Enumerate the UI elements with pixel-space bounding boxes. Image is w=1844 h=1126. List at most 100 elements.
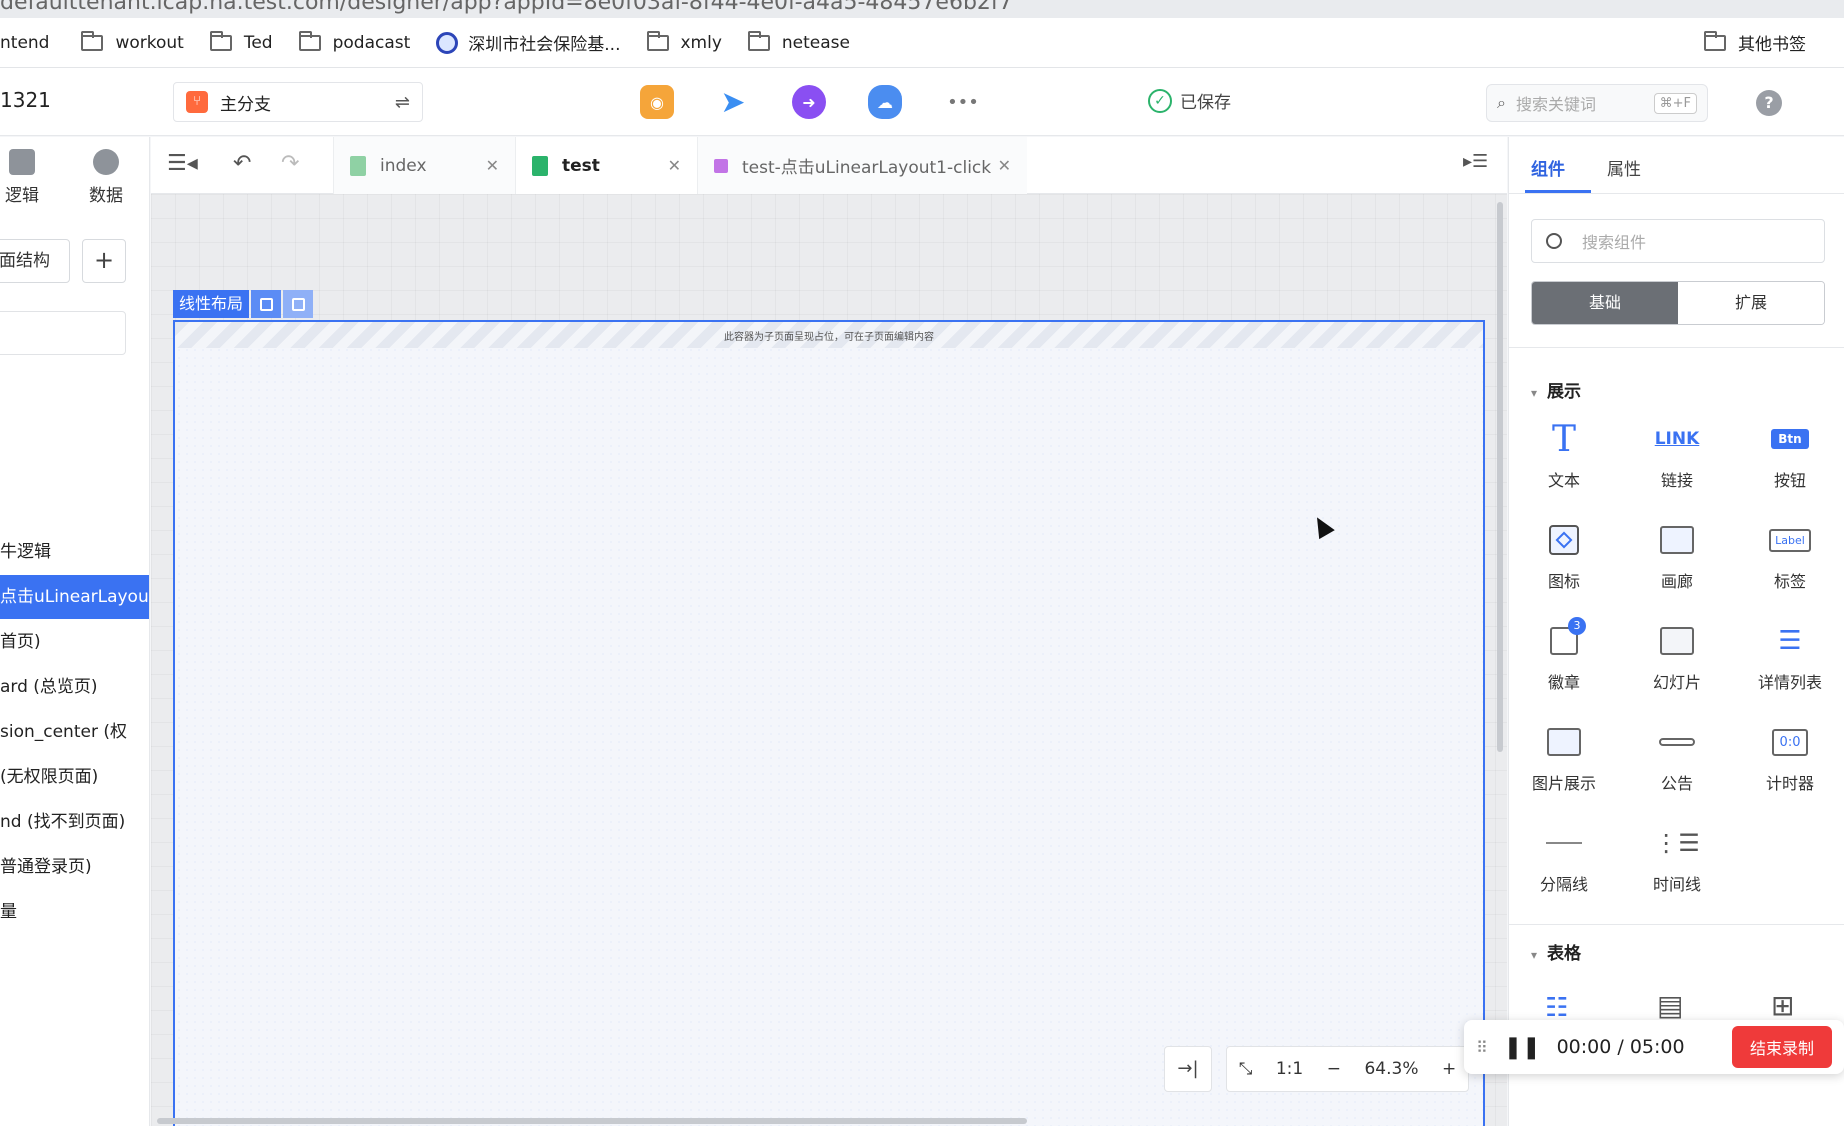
- bookmark-item[interactable]: workout: [81, 30, 184, 53]
- collapse-right-icon[interactable]: ▸☰: [1463, 151, 1488, 172]
- page-structure-button[interactable]: 面结构: [0, 239, 70, 283]
- tab-index[interactable]: index ✕: [333, 137, 515, 194]
- bookmark-item[interactable]: 深圳市社会保险基...: [436, 30, 621, 55]
- branch-selector[interactable]: ⑂ 主分支 ⇌: [173, 82, 423, 122]
- bookmark-item[interactable]: ntend: [0, 33, 49, 53]
- switch-branch-icon[interactable]: ⇌: [395, 92, 410, 113]
- vertical-scrollbar[interactable]: [1497, 202, 1503, 752]
- bookmark-label: Ted: [243, 32, 273, 53]
- folder-icon: [646, 30, 669, 51]
- bookmark-item[interactable]: netease: [747, 30, 850, 53]
- component-gallery[interactable]: 画廊: [1622, 522, 1732, 592]
- folder-icon: [298, 30, 321, 51]
- tree-item[interactable]: sion_center (权: [0, 710, 149, 754]
- pause-icon[interactable]: ❚❚: [1504, 1035, 1541, 1060]
- tab-properties[interactable]: 属性: [1607, 155, 1641, 180]
- cloud-icon[interactable]: ☁: [868, 85, 902, 119]
- close-icon[interactable]: ✕: [486, 156, 499, 175]
- linear-layout-label[interactable]: 线性布局: [173, 290, 250, 318]
- delete-icon[interactable]: [283, 290, 314, 318]
- tree-item[interactable]: 普通登录页): [0, 845, 149, 889]
- bookmark-item[interactable]: podacast: [298, 30, 410, 53]
- tree-item[interactable]: 首页): [0, 620, 149, 664]
- placeholder-hint: 此容器为子页面呈现占位，可在子页面编辑内容: [724, 332, 934, 343]
- zoom-in-button[interactable]: +: [1442, 1059, 1456, 1079]
- redo-icon[interactable]: ↷: [281, 151, 299, 176]
- component-label: 图标: [1547, 572, 1580, 591]
- tree-item[interactable]: nd (找不到页面): [0, 800, 149, 844]
- search-placeholder: 搜索组件: [1582, 233, 1647, 252]
- component-image[interactable]: 图片展示: [1509, 724, 1619, 794]
- bookmark-item[interactable]: Ted: [209, 30, 273, 53]
- publish-icon[interactable]: ➤: [716, 85, 750, 120]
- section-table-title[interactable]: 表格: [1531, 939, 1581, 964]
- component-icon[interactable]: 图标: [1509, 522, 1619, 592]
- component-divider[interactable]: 分隔线: [1509, 825, 1619, 895]
- tree-item[interactable]: ard (总览页): [0, 665, 149, 709]
- table-component-icon[interactable]: ⊞: [1771, 989, 1794, 1022]
- close-icon[interactable]: ✕: [668, 156, 681, 175]
- browser-address-bar[interactable]: defaulttenant.lcap.na.test.com/designer/…: [0, 0, 1844, 18]
- add-button[interactable]: +: [82, 239, 126, 283]
- drag-handle-icon[interactable]: ⠿: [1476, 1038, 1488, 1057]
- tree-search-input[interactable]: [0, 311, 126, 355]
- copy-icon[interactable]: [251, 290, 282, 318]
- browser-url[interactable]: defaulttenant.lcap.na.test.com/designer/…: [0, 0, 1013, 15]
- component-search-input[interactable]: 搜索组件: [1531, 219, 1825, 263]
- close-icon[interactable]: ✕: [998, 156, 1011, 175]
- active-tab-indicator: [1525, 190, 1591, 193]
- branch-label: 主分支: [220, 94, 271, 115]
- component-timeline[interactable]: ⋮☰ 时间线: [1622, 825, 1732, 895]
- text-icon: T: [1551, 418, 1576, 460]
- tree-item[interactable]: (无权限页面): [0, 755, 149, 799]
- tree-item[interactable]: 量: [0, 890, 149, 934]
- tab-data[interactable]: 数据: [76, 149, 136, 206]
- zoom-out-button[interactable]: −: [1327, 1059, 1341, 1079]
- linear-layout-frame[interactable]: 此容器为子页面呈现占位，可在子页面编辑内容: [173, 320, 1485, 1126]
- horizontal-scrollbar[interactable]: [157, 1118, 1027, 1124]
- preview-icon[interactable]: ◉: [640, 85, 674, 119]
- fit-screen-icon[interactable]: ⤡: [1239, 1059, 1253, 1079]
- stop-recording-button[interactable]: 结束录制: [1731, 1026, 1832, 1068]
- segment-basic[interactable]: 基础: [1532, 282, 1678, 324]
- timer-icon: 0:0: [1771, 724, 1809, 760]
- component-label: 详情列表: [1757, 673, 1822, 692]
- component-timer[interactable]: 0:0 计时器: [1735, 724, 1844, 794]
- component-button[interactable]: Btn 按钮: [1735, 421, 1844, 491]
- component-notice[interactable]: 公告: [1622, 724, 1732, 794]
- other-bookmarks[interactable]: 其他书签: [1704, 30, 1806, 55]
- table-component-icon[interactable]: ☷: [1545, 993, 1568, 1023]
- design-canvas[interactable]: 线性布局 此容器为子页面呈现占位，可在子页面编辑内容 →| ⤡ 1:1 − 64…: [151, 194, 1507, 1126]
- tree-item[interactable]: 牛逻辑: [0, 530, 149, 574]
- keyword-search-input[interactable]: ⌕ 搜索关键词 ⌘+F: [1486, 84, 1708, 122]
- component-text[interactable]: T 文本: [1509, 418, 1619, 491]
- flow-icon[interactable]: ➜: [792, 85, 826, 119]
- component-link[interactable]: LINK 链接: [1622, 421, 1732, 491]
- segment-extension[interactable]: 扩展: [1678, 282, 1824, 324]
- tab-logic-click[interactable]: test-点击uLinearLayout1-click ✕: [697, 137, 1027, 194]
- tab-test[interactable]: test ✕: [515, 137, 697, 194]
- actual-size-button[interactable]: 1:1: [1276, 1059, 1303, 1079]
- link-icon: LINK: [1654, 429, 1700, 449]
- section-display-title[interactable]: 展示: [1531, 377, 1581, 402]
- tab-logic[interactable]: 逻辑: [0, 149, 52, 206]
- help-icon[interactable]: ?: [1756, 90, 1782, 116]
- component-label[interactable]: Label 标签: [1735, 522, 1844, 592]
- component-label: 文本: [1547, 471, 1580, 490]
- exit-icon[interactable]: →|: [1164, 1046, 1212, 1092]
- bookmark-item[interactable]: xmly: [646, 30, 722, 53]
- right-panel-tabs: 组件 属性: [1509, 137, 1844, 194]
- button-icon: Btn: [1771, 421, 1809, 457]
- bookmark-label: 深圳市社会保险基...: [468, 35, 621, 55]
- component-slideshow[interactable]: 幻灯片: [1622, 623, 1732, 693]
- tab-components[interactable]: 组件: [1531, 155, 1565, 180]
- undo-icon[interactable]: ↶: [233, 151, 251, 176]
- component-badge[interactable]: 3 徽章: [1509, 617, 1619, 693]
- collapse-left-icon[interactable]: ☰◂: [167, 151, 198, 176]
- bookmark-label: ntend: [0, 32, 50, 53]
- folder-icon: [1704, 30, 1726, 51]
- tree-item-active[interactable]: 点击uLinearLayout1: [0, 575, 149, 619]
- table-component-icon[interactable]: ▤: [1657, 989, 1683, 1022]
- more-icon[interactable]: •••: [946, 85, 980, 119]
- component-detail-list[interactable]: ☰ 详情列表: [1735, 623, 1844, 693]
